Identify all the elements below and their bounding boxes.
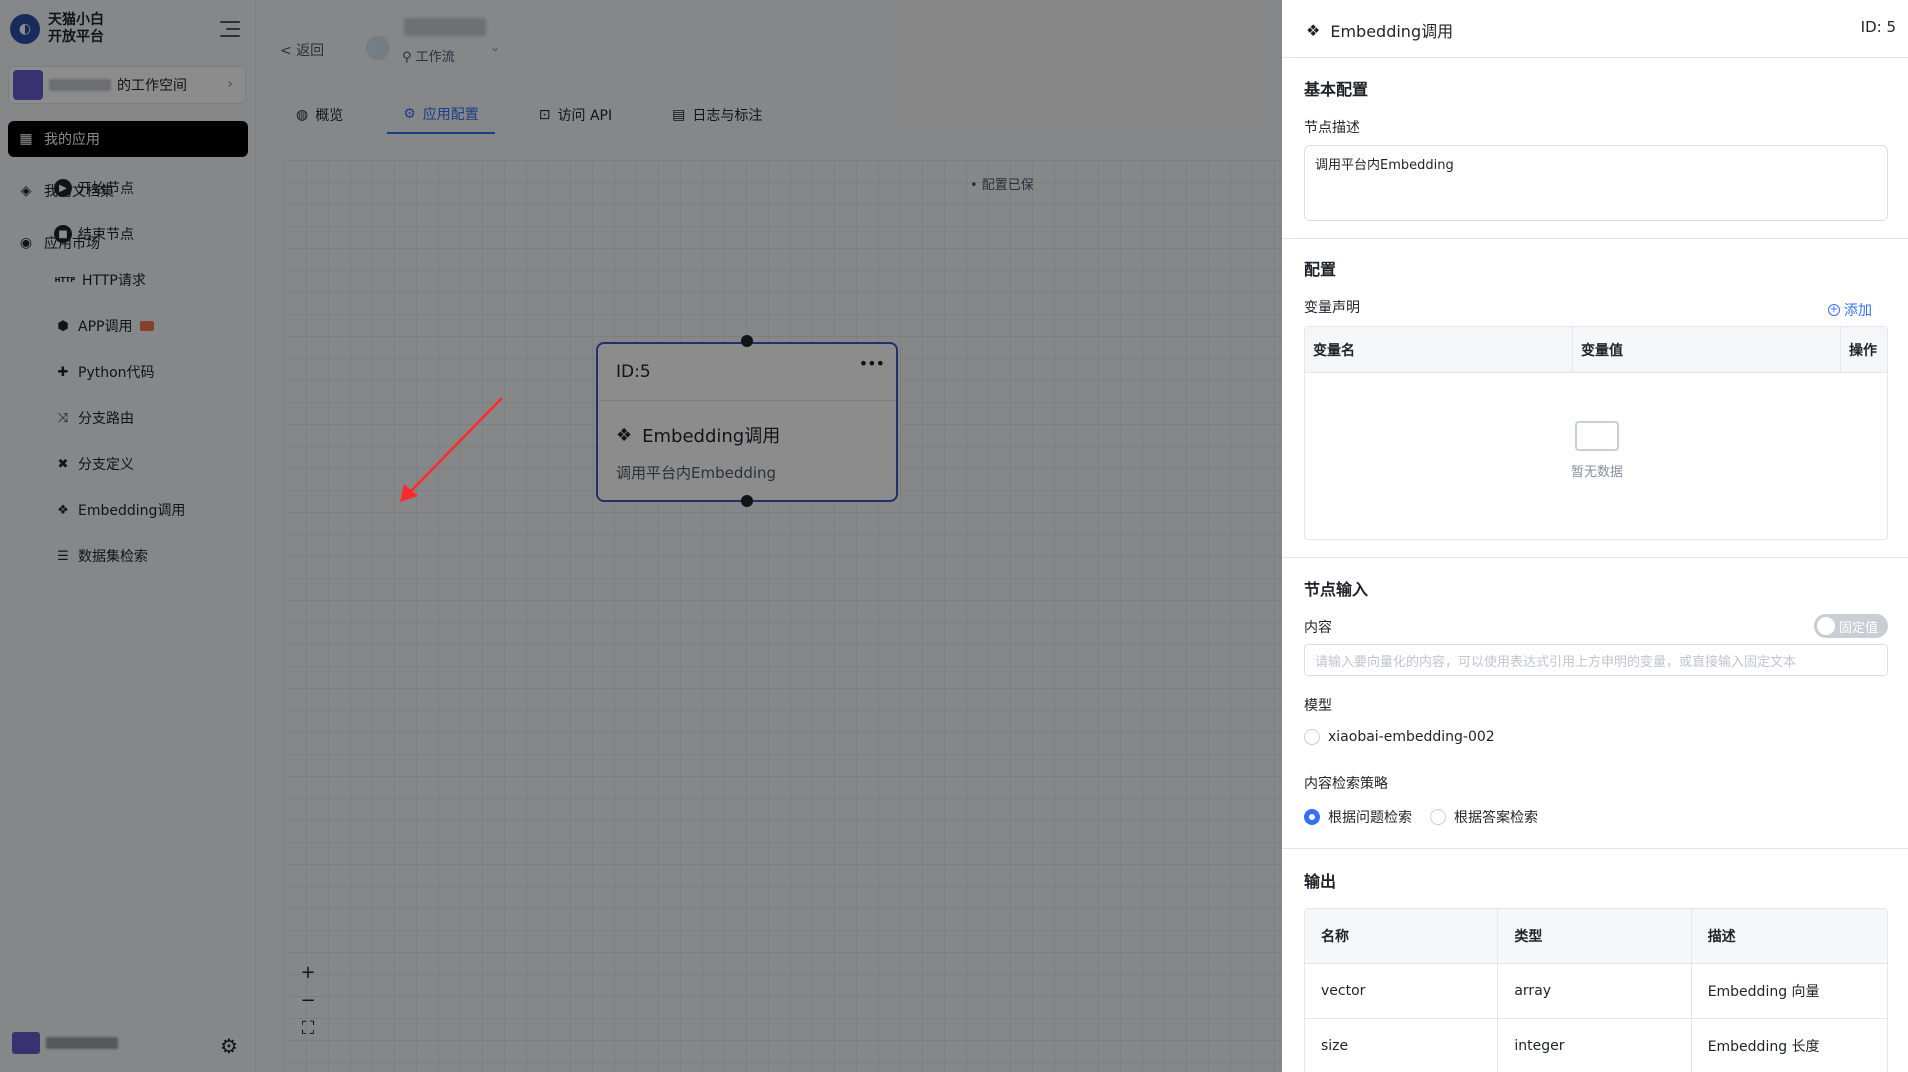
drawer-title-text: Embedding调用 bbox=[1330, 22, 1454, 41]
variable-table: 变量名 变量值 操作 暂无数据 bbox=[1304, 326, 1888, 540]
section-node-input: 节点输入 bbox=[1304, 580, 1369, 599]
modal-overlay[interactable] bbox=[0, 0, 1282, 1072]
variable-declaration-label: 变量声明 bbox=[1304, 300, 1360, 316]
table-row: vector array Embedding 向量 bbox=[1305, 964, 1887, 1019]
column-header: 操作 bbox=[1849, 342, 1877, 359]
column-header: 名称 bbox=[1305, 909, 1499, 963]
output-name: size bbox=[1305, 1019, 1499, 1072]
output-type: integer bbox=[1498, 1019, 1692, 1072]
content-label: 内容 bbox=[1304, 620, 1332, 636]
output-table: 名称 类型 描述 vector array Embedding 向量 size … bbox=[1304, 908, 1888, 1072]
model-option[interactable]: xiaobai-embedding-002 bbox=[1304, 729, 1495, 745]
empty-state: 暂无数据 bbox=[1305, 421, 1889, 480]
drawer-header: ❖ Embedding调用 ID: 5 bbox=[1282, 0, 1908, 58]
output-name: vector bbox=[1305, 964, 1499, 1018]
radio[interactable] bbox=[1304, 729, 1320, 745]
toggle-knob bbox=[1817, 617, 1835, 635]
output-desc: Embedding 长度 bbox=[1707, 1039, 1820, 1055]
section-config: 配置 bbox=[1304, 260, 1337, 279]
node-description-input[interactable]: 调用平台内Embedding bbox=[1304, 145, 1888, 221]
column-header: 变量值 bbox=[1573, 327, 1841, 372]
radio-question-search[interactable] bbox=[1304, 809, 1320, 825]
section-output: 输出 bbox=[1304, 872, 1337, 891]
output-desc: Embedding 向量 bbox=[1707, 984, 1820, 1000]
divider bbox=[1282, 238, 1908, 239]
embedding-icon: ❖ bbox=[1306, 20, 1321, 40]
drawer-node-id: ID: 5 bbox=[1860, 18, 1896, 36]
strategy-options: 根据问题检索 根据答案检索 bbox=[1304, 807, 1538, 827]
page-root: ◐ 天猫小白 开放平台 的工作空间 › ▦ 我的应用 ◈ 我的文档集 ◉ 应用市… bbox=[0, 0, 1908, 1072]
divider bbox=[1282, 848, 1908, 849]
table-row: size integer Embedding 长度 bbox=[1305, 1019, 1887, 1072]
divider bbox=[1282, 557, 1908, 558]
section-basic-config: 基本配置 bbox=[1304, 80, 1369, 99]
add-variable-button[interactable]: + 添加 bbox=[1828, 300, 1872, 320]
column-header: 类型 bbox=[1498, 909, 1692, 963]
add-label: 添加 bbox=[1844, 303, 1872, 319]
empty-inbox-icon bbox=[1575, 421, 1619, 451]
column-header: 变量名 bbox=[1305, 327, 1573, 372]
toggle-label: 固定值 bbox=[1839, 620, 1879, 636]
node-config-drawer: ❖ Embedding调用 ID: 5 基本配置 节点描述 调用平台内Embed… bbox=[1282, 0, 1908, 1072]
drawer-title: ❖ Embedding调用 bbox=[1306, 18, 1453, 42]
model-label: 模型 bbox=[1304, 698, 1332, 714]
strategy-label: 内容检索策略 bbox=[1304, 776, 1388, 792]
output-type: array bbox=[1498, 964, 1692, 1018]
node-description-label: 节点描述 bbox=[1304, 120, 1360, 136]
variable-table-header: 变量名 变量值 操作 bbox=[1305, 327, 1887, 373]
content-input[interactable]: 请输入要向量化的内容，可以使用表达式引用上方申明的变量，或直接输入固定文本 bbox=[1304, 644, 1888, 676]
model-option-label: xiaobai-embedding-002 bbox=[1328, 729, 1495, 745]
empty-text: 暂无数据 bbox=[1570, 465, 1623, 480]
plus-circle-icon: + bbox=[1828, 304, 1840, 316]
strategy-option-label: 根据问题检索 bbox=[1328, 810, 1412, 826]
strategy-option-label: 根据答案检索 bbox=[1454, 810, 1538, 826]
fixed-value-toggle[interactable]: 固定值 bbox=[1814, 614, 1888, 638]
column-header: 描述 bbox=[1707, 929, 1736, 945]
output-table-header: 名称 类型 描述 bbox=[1305, 909, 1887, 964]
radio-answer-search[interactable] bbox=[1430, 809, 1446, 825]
